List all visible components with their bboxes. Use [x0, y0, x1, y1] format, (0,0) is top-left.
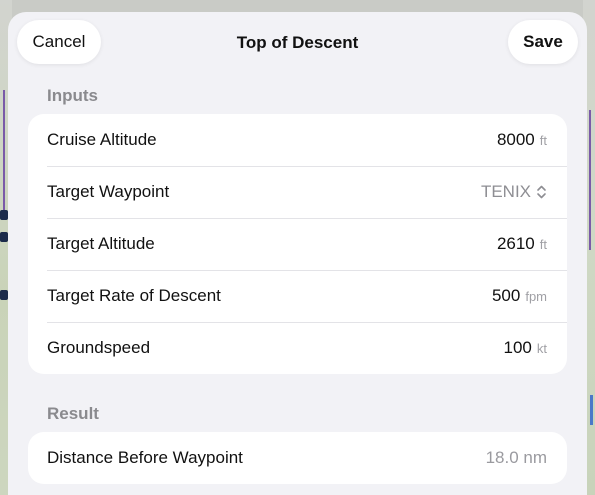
map-route-line [3, 90, 5, 210]
row-label: Target Waypoint [47, 182, 170, 201]
distance-before-waypoint-row: Distance Before Waypoint 18.0 nm [28, 432, 567, 484]
row-label: Target Altitude [47, 234, 155, 253]
distance-result-value: 18.0 nm [485, 448, 547, 467]
value-text: 2610 [496, 234, 535, 253]
sheet-title: Top of Descent [236, 33, 359, 52]
groundspeed-row[interactable]: Groundspeed 100 kt [28, 322, 567, 374]
result-section-header: Result [47, 404, 99, 423]
unit-text: fpm [525, 289, 547, 304]
target-waypoint-picker[interactable]: TENIX [481, 182, 547, 202]
map-marker [0, 210, 8, 220]
inputs-section-header: Inputs [47, 86, 98, 105]
target-waypoint-row[interactable]: Target Waypoint TENIX [28, 166, 567, 218]
groundspeed-field[interactable]: 100 kt [504, 338, 548, 358]
target-altitude-row[interactable]: Target Altitude 2610 ft [28, 218, 567, 270]
unit-text: ft [539, 133, 547, 148]
result-card: Distance Before Waypoint 18.0 nm [28, 432, 567, 484]
top-of-descent-sheet: Cancel Top of Descent Save Inputs Cruise… [8, 12, 587, 495]
picker-value: TENIX [480, 182, 531, 201]
row-label: Distance Before Waypoint [47, 448, 243, 467]
value-text: 500 [491, 286, 521, 305]
value-text: 8000 [496, 130, 535, 149]
map-marker [0, 290, 8, 300]
row-label: Groundspeed [47, 338, 151, 357]
target-rate-of-descent-row[interactable]: Target Rate of Descent 500 fpm [28, 270, 567, 322]
map-route-line [589, 110, 591, 250]
row-label: Cruise Altitude [47, 130, 157, 149]
navigation-bar: Cancel Top of Descent Save [8, 12, 587, 74]
cruise-altitude-field[interactable]: 8000 ft [497, 130, 547, 150]
row-label: Target Rate of Descent [47, 286, 221, 305]
target-altitude-field[interactable]: 2610 ft [497, 234, 547, 254]
save-button[interactable]: Save [508, 20, 578, 64]
map-airspace-line [590, 395, 593, 425]
unit-text: ft [539, 237, 547, 252]
map-marker [0, 232, 8, 242]
inputs-card: Cruise Altitude 8000 ft Target Waypoint … [28, 114, 567, 374]
chevron-up-down-icon [537, 185, 546, 199]
unit-text: kt [536, 341, 547, 356]
target-rate-field[interactable]: 500 fpm [492, 286, 547, 306]
value-text: 100 [503, 338, 532, 357]
cruise-altitude-row[interactable]: Cruise Altitude 8000 ft [28, 114, 567, 166]
